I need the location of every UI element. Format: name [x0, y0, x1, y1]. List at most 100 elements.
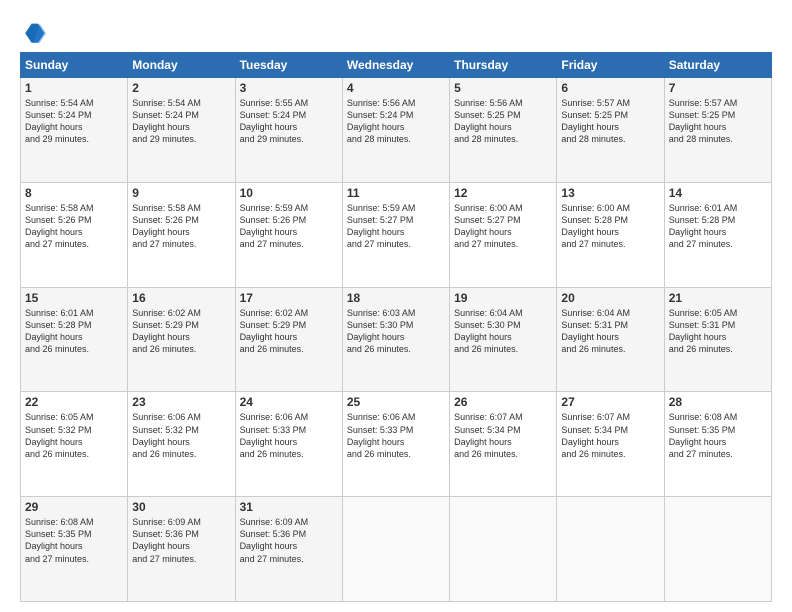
calendar-cell: 12 Sunrise: 6:00 AM Sunset: 5:27 PM Dayl…: [450, 182, 557, 287]
calendar-cell: 4 Sunrise: 5:56 AM Sunset: 5:24 PM Dayli…: [342, 78, 449, 183]
day-content: Sunrise: 6:03 AM Sunset: 5:30 PM Dayligh…: [347, 307, 445, 356]
day-content: Sunrise: 6:00 AM Sunset: 5:27 PM Dayligh…: [454, 202, 552, 251]
calendar-cell: 6 Sunrise: 5:57 AM Sunset: 5:25 PM Dayli…: [557, 78, 664, 183]
day-content: Sunrise: 6:04 AM Sunset: 5:31 PM Dayligh…: [561, 307, 659, 356]
day-content: Sunrise: 5:56 AM Sunset: 5:24 PM Dayligh…: [347, 97, 445, 146]
calendar-cell: 20 Sunrise: 6:04 AM Sunset: 5:31 PM Dayl…: [557, 287, 664, 392]
calendar-cell: 15 Sunrise: 6:01 AM Sunset: 5:28 PM Dayl…: [21, 287, 128, 392]
day-number: 8: [25, 186, 123, 200]
page: SundayMondayTuesdayWednesdayThursdayFrid…: [0, 0, 792, 612]
calendar-cell: 14 Sunrise: 6:01 AM Sunset: 5:28 PM Dayl…: [664, 182, 771, 287]
calendar-cell: 28 Sunrise: 6:08 AM Sunset: 5:35 PM Dayl…: [664, 392, 771, 497]
day-number: 3: [240, 81, 338, 95]
calendar-col-tuesday: Tuesday: [235, 53, 342, 78]
calendar-cell: 11 Sunrise: 5:59 AM Sunset: 5:27 PM Dayl…: [342, 182, 449, 287]
logo: [20, 22, 46, 46]
day-number: 5: [454, 81, 552, 95]
day-number: 15: [25, 291, 123, 305]
calendar-col-saturday: Saturday: [664, 53, 771, 78]
calendar-cell: 16 Sunrise: 6:02 AM Sunset: 5:29 PM Dayl…: [128, 287, 235, 392]
calendar-cell: 5 Sunrise: 5:56 AM Sunset: 5:25 PM Dayli…: [450, 78, 557, 183]
calendar-cell: [557, 497, 664, 602]
calendar-cell: 17 Sunrise: 6:02 AM Sunset: 5:29 PM Dayl…: [235, 287, 342, 392]
calendar-col-thursday: Thursday: [450, 53, 557, 78]
calendar-cell: 3 Sunrise: 5:55 AM Sunset: 5:24 PM Dayli…: [235, 78, 342, 183]
day-content: Sunrise: 5:58 AM Sunset: 5:26 PM Dayligh…: [25, 202, 123, 251]
day-content: Sunrise: 5:54 AM Sunset: 5:24 PM Dayligh…: [25, 97, 123, 146]
day-content: Sunrise: 5:54 AM Sunset: 5:24 PM Dayligh…: [132, 97, 230, 146]
calendar-cell: [450, 497, 557, 602]
day-content: Sunrise: 6:08 AM Sunset: 5:35 PM Dayligh…: [25, 516, 123, 565]
calendar-cell: 26 Sunrise: 6:07 AM Sunset: 5:34 PM Dayl…: [450, 392, 557, 497]
day-content: Sunrise: 6:07 AM Sunset: 5:34 PM Dayligh…: [454, 411, 552, 460]
logo-icon: [22, 22, 46, 46]
calendar-week-row: 15 Sunrise: 6:01 AM Sunset: 5:28 PM Dayl…: [21, 287, 772, 392]
day-number: 20: [561, 291, 659, 305]
day-number: 14: [669, 186, 767, 200]
day-number: 17: [240, 291, 338, 305]
calendar-cell: 7 Sunrise: 5:57 AM Sunset: 5:25 PM Dayli…: [664, 78, 771, 183]
calendar-week-row: 8 Sunrise: 5:58 AM Sunset: 5:26 PM Dayli…: [21, 182, 772, 287]
day-number: 27: [561, 395, 659, 409]
calendar-cell: 8 Sunrise: 5:58 AM Sunset: 5:26 PM Dayli…: [21, 182, 128, 287]
day-content: Sunrise: 6:00 AM Sunset: 5:28 PM Dayligh…: [561, 202, 659, 251]
day-content: Sunrise: 6:05 AM Sunset: 5:32 PM Dayligh…: [25, 411, 123, 460]
header: [20, 18, 772, 46]
day-content: Sunrise: 6:07 AM Sunset: 5:34 PM Dayligh…: [561, 411, 659, 460]
day-number: 6: [561, 81, 659, 95]
day-content: Sunrise: 6:04 AM Sunset: 5:30 PM Dayligh…: [454, 307, 552, 356]
day-content: Sunrise: 5:56 AM Sunset: 5:25 PM Dayligh…: [454, 97, 552, 146]
day-number: 18: [347, 291, 445, 305]
day-content: Sunrise: 5:59 AM Sunset: 5:27 PM Dayligh…: [347, 202, 445, 251]
day-number: 29: [25, 500, 123, 514]
day-number: 13: [561, 186, 659, 200]
day-content: Sunrise: 5:57 AM Sunset: 5:25 PM Dayligh…: [669, 97, 767, 146]
day-number: 22: [25, 395, 123, 409]
calendar-week-row: 1 Sunrise: 5:54 AM Sunset: 5:24 PM Dayli…: [21, 78, 772, 183]
day-number: 11: [347, 186, 445, 200]
day-content: Sunrise: 6:09 AM Sunset: 5:36 PM Dayligh…: [240, 516, 338, 565]
calendar-cell: 22 Sunrise: 6:05 AM Sunset: 5:32 PM Dayl…: [21, 392, 128, 497]
day-number: 7: [669, 81, 767, 95]
day-number: 26: [454, 395, 552, 409]
day-content: Sunrise: 5:55 AM Sunset: 5:24 PM Dayligh…: [240, 97, 338, 146]
day-content: Sunrise: 6:05 AM Sunset: 5:31 PM Dayligh…: [669, 307, 767, 356]
calendar-week-row: 22 Sunrise: 6:05 AM Sunset: 5:32 PM Dayl…: [21, 392, 772, 497]
day-number: 10: [240, 186, 338, 200]
day-content: Sunrise: 6:02 AM Sunset: 5:29 PM Dayligh…: [240, 307, 338, 356]
day-content: Sunrise: 5:57 AM Sunset: 5:25 PM Dayligh…: [561, 97, 659, 146]
calendar-cell: 29 Sunrise: 6:08 AM Sunset: 5:35 PM Dayl…: [21, 497, 128, 602]
calendar-cell: 19 Sunrise: 6:04 AM Sunset: 5:30 PM Dayl…: [450, 287, 557, 392]
calendar-cell: 24 Sunrise: 6:06 AM Sunset: 5:33 PM Dayl…: [235, 392, 342, 497]
day-number: 31: [240, 500, 338, 514]
calendar-col-monday: Monday: [128, 53, 235, 78]
calendar-col-wednesday: Wednesday: [342, 53, 449, 78]
day-number: 4: [347, 81, 445, 95]
calendar-cell: 9 Sunrise: 5:58 AM Sunset: 5:26 PM Dayli…: [128, 182, 235, 287]
day-content: Sunrise: 6:06 AM Sunset: 5:32 PM Dayligh…: [132, 411, 230, 460]
calendar-week-row: 29 Sunrise: 6:08 AM Sunset: 5:35 PM Dayl…: [21, 497, 772, 602]
day-content: Sunrise: 6:02 AM Sunset: 5:29 PM Dayligh…: [132, 307, 230, 356]
day-content: Sunrise: 6:06 AM Sunset: 5:33 PM Dayligh…: [347, 411, 445, 460]
calendar-cell: 10 Sunrise: 5:59 AM Sunset: 5:26 PM Dayl…: [235, 182, 342, 287]
calendar-cell: 2 Sunrise: 5:54 AM Sunset: 5:24 PM Dayli…: [128, 78, 235, 183]
calendar-cell: 30 Sunrise: 6:09 AM Sunset: 5:36 PM Dayl…: [128, 497, 235, 602]
day-content: Sunrise: 5:59 AM Sunset: 5:26 PM Dayligh…: [240, 202, 338, 251]
calendar-cell: 23 Sunrise: 6:06 AM Sunset: 5:32 PM Dayl…: [128, 392, 235, 497]
day-number: 19: [454, 291, 552, 305]
calendar-header-row: SundayMondayTuesdayWednesdayThursdayFrid…: [21, 53, 772, 78]
calendar-col-sunday: Sunday: [21, 53, 128, 78]
calendar-cell: 18 Sunrise: 6:03 AM Sunset: 5:30 PM Dayl…: [342, 287, 449, 392]
day-number: 9: [132, 186, 230, 200]
day-number: 12: [454, 186, 552, 200]
day-content: Sunrise: 6:01 AM Sunset: 5:28 PM Dayligh…: [669, 202, 767, 251]
day-content: Sunrise: 6:08 AM Sunset: 5:35 PM Dayligh…: [669, 411, 767, 460]
day-number: 25: [347, 395, 445, 409]
day-number: 16: [132, 291, 230, 305]
day-number: 21: [669, 291, 767, 305]
calendar-cell: [664, 497, 771, 602]
day-number: 23: [132, 395, 230, 409]
day-content: Sunrise: 5:58 AM Sunset: 5:26 PM Dayligh…: [132, 202, 230, 251]
calendar-cell: 27 Sunrise: 6:07 AM Sunset: 5:34 PM Dayl…: [557, 392, 664, 497]
calendar-cell: 21 Sunrise: 6:05 AM Sunset: 5:31 PM Dayl…: [664, 287, 771, 392]
